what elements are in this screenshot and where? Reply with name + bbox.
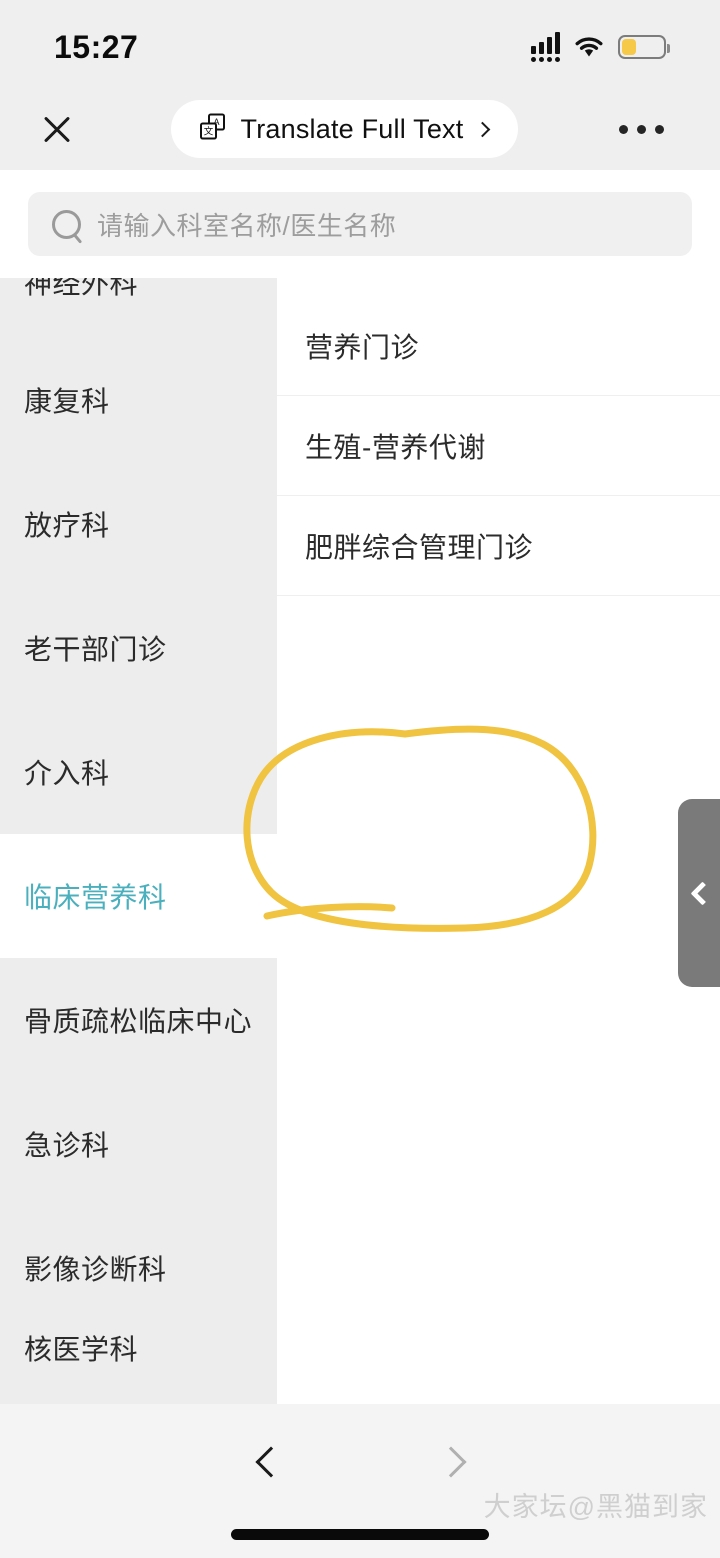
- bottom-nav-bar: 大家坛@黑猫到家: [0, 1404, 720, 1558]
- search-input[interactable]: 请输入科室名称/医生名称: [28, 192, 692, 256]
- search-bar-container: 请输入科室名称/医生名称: [0, 170, 720, 278]
- cellular-signal-icon: [531, 32, 560, 62]
- watermark: 大家坛@黑猫到家: [483, 1492, 708, 1522]
- panel-collapse-handle[interactable]: [678, 799, 720, 987]
- sidebar-item-label: 老干部门诊: [24, 634, 167, 665]
- app-root: 15:27 A 文 Translate Full Text 请输入科室名称/医生…: [0, 0, 720, 1558]
- sidebar-item-7[interactable]: 急诊科: [0, 1082, 277, 1206]
- clinic-list-panel: 营养门诊 生殖-营养代谢 肥胖综合管理门诊: [277, 278, 720, 1404]
- sidebar-item-label: 临床营养科: [24, 882, 167, 913]
- close-icon[interactable]: [34, 106, 80, 152]
- search-placeholder: 请输入科室名称/医生名称: [97, 210, 397, 241]
- sidebar-item-label: 骨质疏松临床中心: [24, 1006, 253, 1037]
- chevron-left-icon: [255, 1446, 287, 1478]
- nav-header: A 文 Translate Full Text: [0, 88, 720, 170]
- translate-full-text-button[interactable]: A 文 Translate Full Text: [170, 100, 519, 158]
- sidebar-item-8[interactable]: 影像诊断科: [0, 1206, 277, 1330]
- sidebar-item-6[interactable]: 骨质疏松临床中心: [0, 958, 277, 1082]
- svg-text:文: 文: [203, 125, 213, 137]
- sidebar-item-9[interactable]: 核医学科: [0, 1330, 277, 1390]
- clinic-label: 肥胖综合管理门诊: [305, 531, 534, 563]
- sidebar-item-0[interactable]: 神经外科: [0, 278, 277, 338]
- list-item-highlighted[interactable]: 肥胖综合管理门诊: [277, 496, 720, 596]
- sidebar-item-4[interactable]: 介入科: [0, 710, 277, 834]
- sidebar-item-label: 急诊科: [24, 1130, 110, 1161]
- nav-forward-button: [424, 1432, 484, 1492]
- translate-label: Translate Full Text: [240, 113, 464, 144]
- status-icons: [531, 26, 670, 62]
- chevron-right-icon: [475, 121, 491, 138]
- chevron-right-icon: [435, 1446, 467, 1478]
- list-item[interactable]: 营养门诊: [277, 296, 720, 396]
- status-time: 15:27: [54, 28, 139, 65]
- main-content: 神经外科 康复科 放疗科 老干部门诊 介入科 临床营养科 骨质疏松临床中心 急诊…: [0, 278, 720, 1404]
- chevron-left-icon: [689, 880, 715, 906]
- more-horizontal-icon[interactable]: [609, 115, 674, 144]
- sidebar-item-label: 影像诊断科: [24, 1254, 167, 1285]
- sidebar-item-2[interactable]: 放疗科: [0, 462, 277, 586]
- sidebar-item-5-selected[interactable]: 临床营养科: [0, 834, 277, 958]
- search-icon: [52, 209, 81, 239]
- translate-icon: A 文: [197, 111, 229, 148]
- list-item[interactable]: 生殖-营养代谢: [277, 396, 720, 496]
- sidebar-item-label: 放疗科: [24, 510, 110, 541]
- battery-icon: [618, 35, 670, 59]
- sidebar-item-label: 神经外科: [24, 278, 139, 299]
- status-bar: 15:27: [0, 0, 720, 88]
- nav-back-button[interactable]: [238, 1432, 298, 1492]
- sidebar-item-label: 介入科: [24, 758, 110, 789]
- clinic-label: 生殖-营养代谢: [305, 431, 486, 463]
- sidebar-item-label: 核医学科: [24, 1334, 139, 1365]
- clinic-label: 营养门诊: [305, 331, 420, 363]
- home-indicator[interactable]: [231, 1529, 489, 1540]
- sidebar-item-1[interactable]: 康复科: [0, 338, 277, 462]
- sidebar-item-label: 康复科: [24, 386, 110, 417]
- sidebar-item-3[interactable]: 老干部门诊: [0, 586, 277, 710]
- wifi-icon: [574, 36, 604, 58]
- department-sidebar[interactable]: 神经外科 康复科 放疗科 老干部门诊 介入科 临床营养科 骨质疏松临床中心 急诊…: [0, 278, 277, 1404]
